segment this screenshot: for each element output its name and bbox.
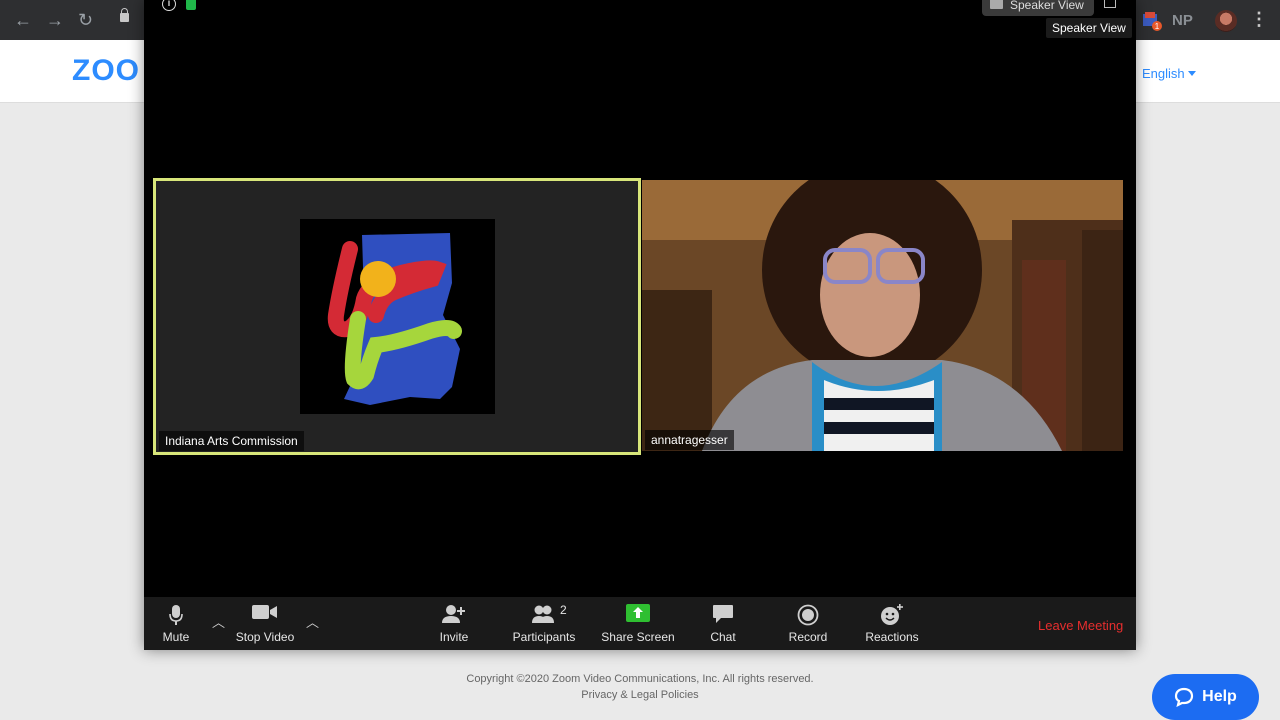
indiana-arts-commission-logo <box>300 219 495 414</box>
stop-video-button[interactable]: Stop Video <box>232 597 298 650</box>
video-camera-icon <box>252 605 277 619</box>
lock-icon <box>120 8 129 22</box>
back-icon[interactable]: ← <box>14 11 32 29</box>
video-options-chevron-up-icon[interactable]: ︿ <box>306 612 319 631</box>
menu-icon[interactable]: ⋮ <box>1250 10 1268 28</box>
participants-label: Participants <box>512 630 576 644</box>
copyright-text: Copyright ©2020 Zoom Video Communication… <box>466 673 814 685</box>
participant-count: 2 <box>560 603 567 617</box>
encryption-shield-icon[interactable] <box>186 0 196 10</box>
meeting-window: i Speaker View Speaker View Indiana Arts… <box>144 0 1136 650</box>
reactions-button[interactable]: Reactions <box>862 597 922 650</box>
record-icon <box>797 604 819 626</box>
privacy-link[interactable]: Privacy & Legal Policies <box>0 689 1280 701</box>
camera-video-frame <box>642 180 1123 451</box>
chat-button[interactable]: Chat <box>704 597 742 650</box>
participant-name-label: annatragesser <box>645 430 734 450</box>
reactions-label: Reactions <box>865 630 919 644</box>
invite-button[interactable]: Invite <box>432 597 476 650</box>
chat-icon <box>713 605 733 623</box>
invite-label: Invite <box>439 630 469 644</box>
mute-button[interactable]: Mute <box>150 597 202 650</box>
stop-video-label: Stop Video <box>235 630 295 644</box>
share-screen-icon <box>626 604 650 622</box>
participant-name-label: Indiana Arts Commission <box>159 431 304 451</box>
forward-icon[interactable]: → <box>46 11 64 29</box>
chat-bubble-icon <box>1175 687 1194 707</box>
fullscreen-icon[interactable] <box>1104 0 1116 8</box>
audio-options-chevron-up-icon[interactable]: ︿ <box>212 612 225 631</box>
tooltip: Speaker View <box>1046 18 1132 38</box>
chat-label: Chat <box>710 630 736 644</box>
reactions-smiley-icon <box>881 604 903 625</box>
video-tile-indiana-arts-commission[interactable]: Indiana Arts Commission <box>153 178 641 455</box>
language-selector[interactable]: English <box>1142 66 1185 81</box>
participants-icon <box>532 605 554 623</box>
meeting-toolbar: Mute ︿ Stop Video ︿ Invite Participants … <box>144 597 1136 650</box>
extension-icon[interactable]: 1 <box>1142 11 1162 31</box>
zoom-logo[interactable]: ZOO <box>72 54 140 88</box>
record-button[interactable]: Record <box>784 597 832 650</box>
share-screen-button[interactable]: Share Screen <box>600 597 676 650</box>
profile-avatar[interactable] <box>1215 10 1237 32</box>
microphone-icon <box>169 605 183 625</box>
share-screen-label: Share Screen <box>601 630 675 644</box>
help-button[interactable]: Help <box>1152 674 1259 720</box>
info-icon[interactable]: i <box>162 0 176 11</box>
add-person-icon <box>442 605 465 623</box>
record-label: Record <box>788 630 828 644</box>
speaker-view-button[interactable]: Speaker View <box>982 0 1094 16</box>
help-label: Help <box>1202 688 1237 705</box>
extension-badge: 1 <box>1155 22 1160 31</box>
mute-label: Mute <box>162 630 190 644</box>
video-tile-annatragesser[interactable]: annatragesser <box>642 180 1123 451</box>
chevron-down-icon[interactable] <box>1188 71 1196 76</box>
leave-meeting-button[interactable]: Leave Meeting <box>1038 618 1123 633</box>
np-extension-icon[interactable]: NP <box>1172 12 1193 29</box>
participants-button[interactable]: Participants <box>510 597 578 650</box>
reload-icon[interactable]: ↻ <box>78 11 93 29</box>
